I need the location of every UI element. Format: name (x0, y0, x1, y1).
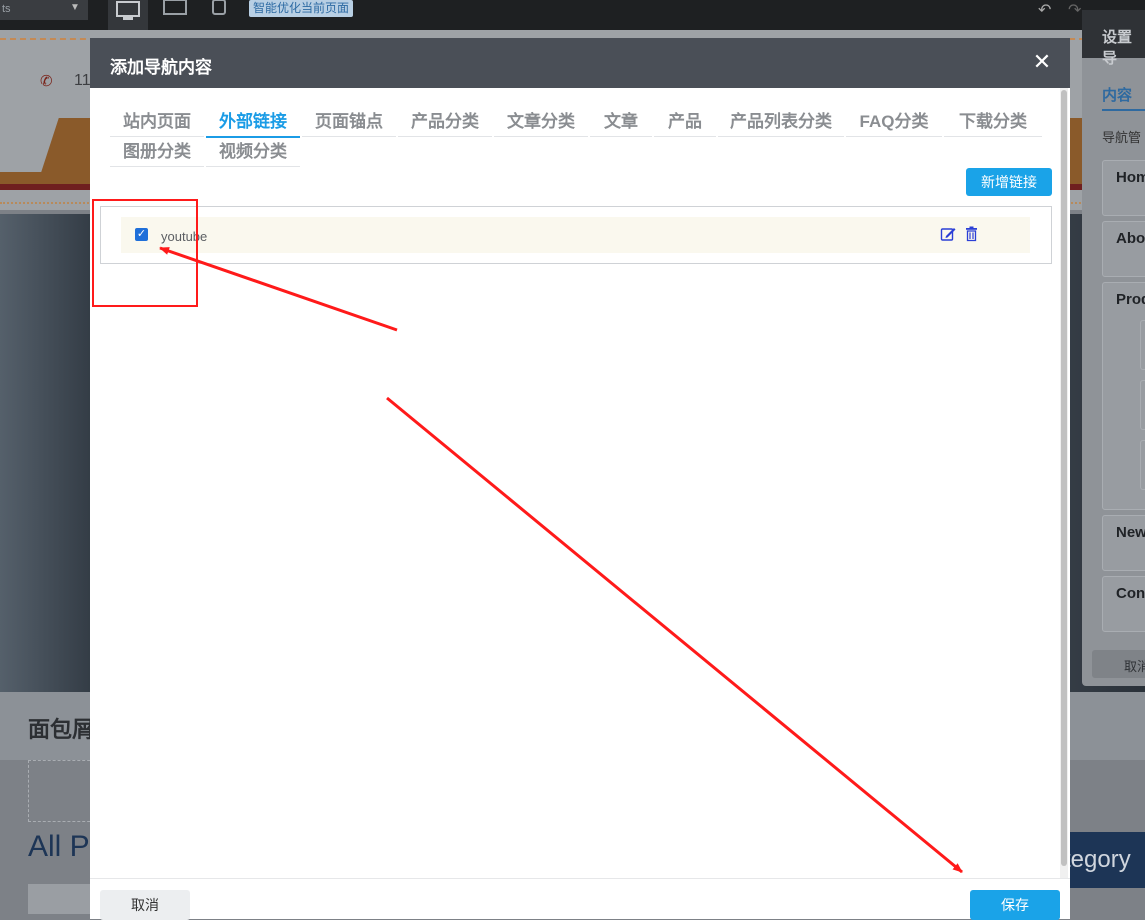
annotation-arrow-to-checkbox (159, 246, 398, 332)
annotation-arrows (159, 246, 963, 874)
annotation-arrow-to-save (386, 396, 963, 874)
